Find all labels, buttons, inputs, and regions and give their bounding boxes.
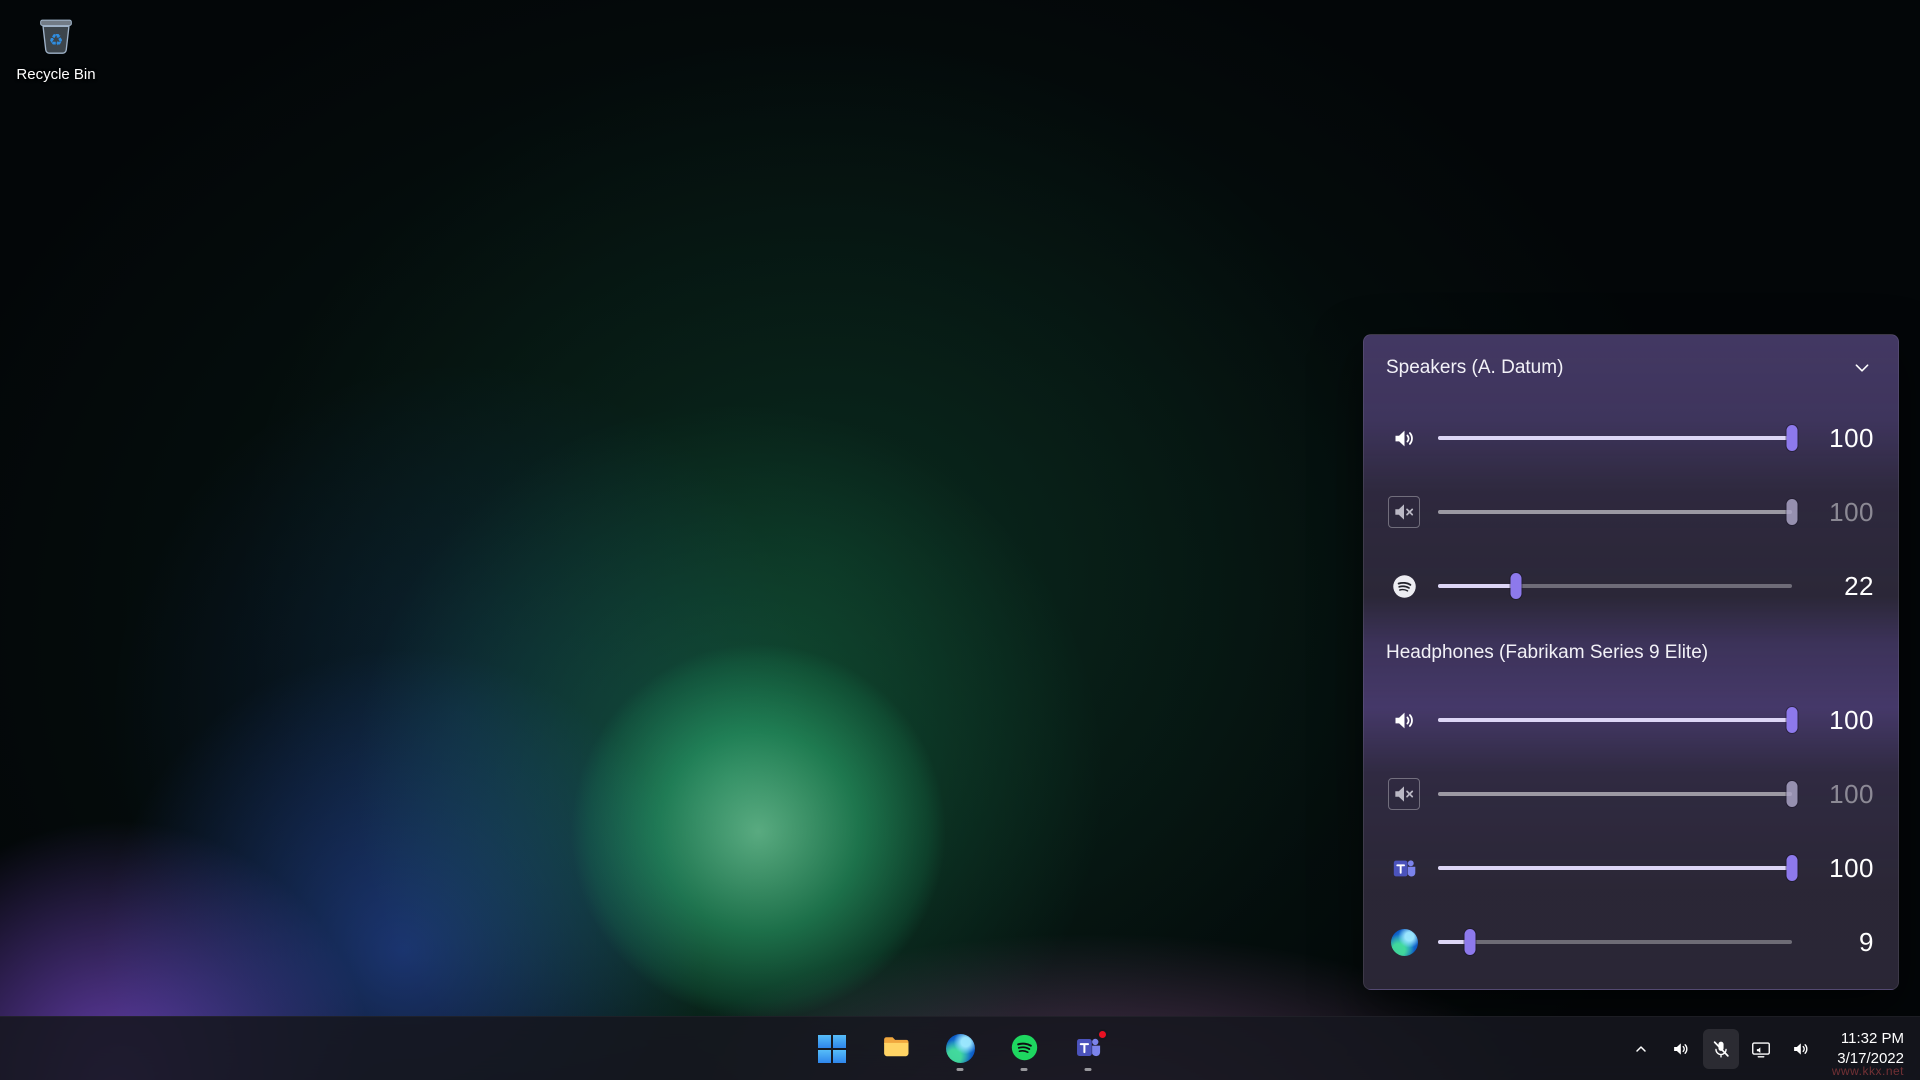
slider-thumb[interactable]: [1787, 499, 1798, 525]
slider-thumb[interactable]: [1787, 781, 1798, 807]
volume-value: 100: [1810, 853, 1874, 884]
taskbar: 11:32 PM 3/17/2022: [0, 1016, 1920, 1080]
spotify-button[interactable]: [1000, 1025, 1048, 1073]
spotify-icon[interactable]: [1388, 570, 1420, 602]
device-name-headphones: Headphones (Fabrikam Series 9 Elite): [1386, 642, 1708, 664]
file-explorer-button[interactable]: [872, 1025, 920, 1073]
start-icon: [818, 1035, 846, 1063]
slider-thumb[interactable]: [1787, 707, 1798, 733]
volume-mixer-flyout: Speakers (A. Datum) 100: [1363, 334, 1899, 990]
volume-value: 100: [1810, 423, 1874, 454]
start-button[interactable]: [808, 1025, 856, 1073]
device-header-headphones[interactable]: Headphones (Fabrikam Series 9 Elite): [1364, 623, 1898, 683]
tray-clock[interactable]: 11:32 PM 3/17/2022: [1831, 1029, 1910, 1068]
system-tray: 11:32 PM 3/17/2022: [1623, 1017, 1910, 1080]
notification-badge: [1097, 1029, 1108, 1040]
volume-slider[interactable]: [1438, 571, 1792, 601]
file-explorer-icon: [881, 1032, 911, 1065]
volume-value: 100: [1810, 705, 1874, 736]
volume-value: 9: [1810, 927, 1874, 958]
chevron-down-icon[interactable]: [1848, 354, 1876, 382]
edge-button[interactable]: [936, 1025, 984, 1073]
device-name-speakers: Speakers (A. Datum): [1386, 357, 1563, 379]
svg-text:♻: ♻: [49, 31, 64, 50]
volume-slider[interactable]: [1438, 779, 1792, 809]
volume-value: 100: [1810, 497, 1874, 528]
tray-chevron-up-icon[interactable]: [1623, 1029, 1659, 1069]
volume-slider[interactable]: [1438, 853, 1792, 883]
volume-slider[interactable]: [1438, 927, 1792, 957]
slider-thumb[interactable]: [1464, 929, 1475, 955]
mixer-row-speakers-volume: 100: [1364, 401, 1898, 475]
mixer-row-teams: 100: [1364, 831, 1898, 905]
recycle-bin[interactable]: ♻ Recycle Bin: [10, 12, 102, 83]
recycle-bin-label: Recycle Bin: [10, 66, 102, 83]
volume-slider[interactable]: [1438, 705, 1792, 735]
spotify-icon: [1010, 1033, 1039, 1065]
volume-slider[interactable]: [1438, 497, 1792, 527]
edge-icon: [946, 1034, 975, 1063]
mixer-row-speakers-muted: 100: [1364, 475, 1898, 549]
volume-value: 22: [1810, 571, 1874, 602]
tray-time: 11:32 PM: [1837, 1029, 1904, 1049]
slider-thumb[interactable]: [1787, 425, 1798, 451]
mixer-row-edge: 9: [1364, 905, 1898, 979]
tray-date: 3/17/2022: [1837, 1049, 1904, 1069]
tray-mic-muted-icon[interactable]: [1703, 1029, 1739, 1069]
screen: ♻ Recycle Bin Speakers (A. Datum) 100: [0, 0, 1920, 1080]
edge-icon[interactable]: [1388, 926, 1420, 958]
speaker-muted-icon[interactable]: [1388, 778, 1420, 810]
tray-volume2-icon[interactable]: [1783, 1029, 1819, 1069]
teams-button[interactable]: [1064, 1025, 1112, 1073]
taskbar-app-icons: [808, 1017, 1112, 1080]
mixer-row-headphones-volume: 100: [1364, 683, 1898, 757]
speaker-icon[interactable]: [1388, 422, 1420, 454]
volume-value: 100: [1810, 779, 1874, 810]
speaker-muted-icon[interactable]: [1388, 496, 1420, 528]
speaker-icon[interactable]: [1388, 704, 1420, 736]
tray-cast-display-icon[interactable]: [1743, 1029, 1779, 1069]
recycle-bin-icon: ♻: [33, 12, 79, 63]
device-header-speakers[interactable]: Speakers (A. Datum): [1364, 335, 1898, 401]
tray-volume-icon[interactable]: [1663, 1029, 1699, 1069]
mixer-row-spotify: 22: [1364, 549, 1898, 623]
volume-slider[interactable]: [1438, 423, 1792, 453]
slider-thumb[interactable]: [1787, 855, 1798, 881]
teams-icon[interactable]: [1388, 852, 1420, 884]
slider-thumb[interactable]: [1510, 573, 1521, 599]
mixer-row-headphones-muted: 100: [1364, 757, 1898, 831]
